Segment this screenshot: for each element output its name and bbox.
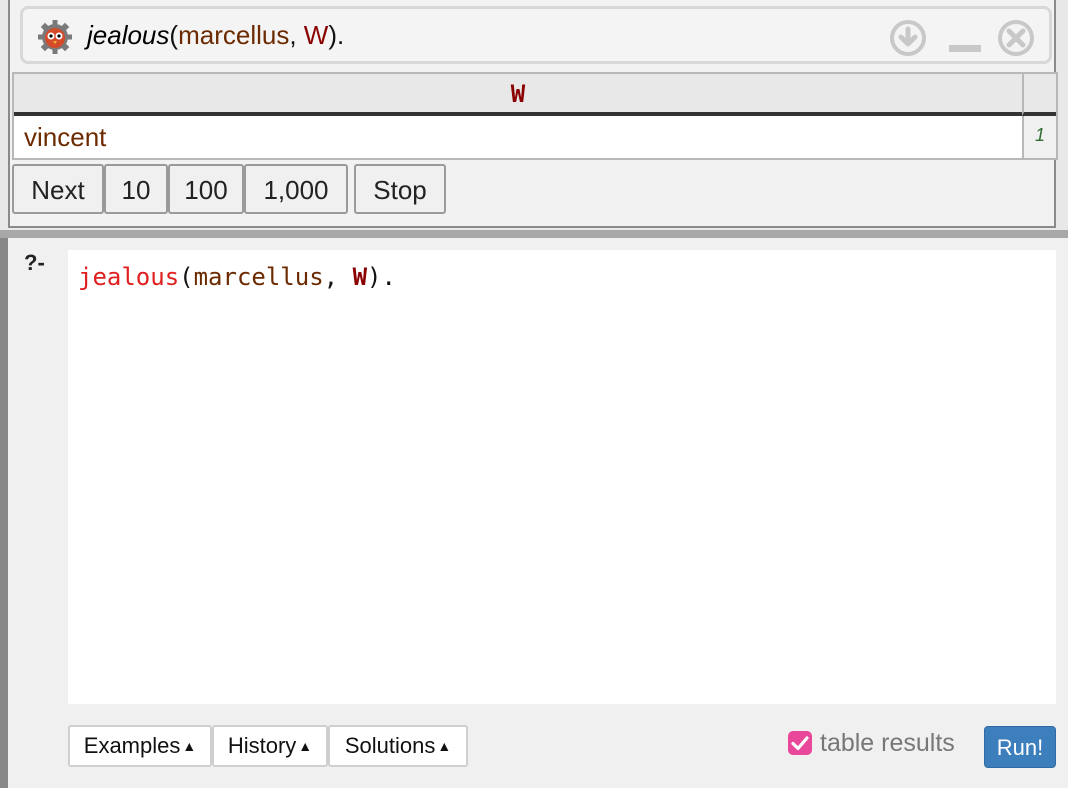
code-end: ). — [367, 263, 396, 291]
table-results-checkbox[interactable] — [788, 731, 812, 755]
query-editor[interactable]: jealous(marcellus, W). — [68, 250, 1056, 704]
code-atom: marcellus — [193, 263, 324, 291]
caret-up-icon: ▲ — [298, 738, 313, 754]
code-separator: , — [323, 263, 353, 291]
examples-button[interactable]: Examples ▲ — [68, 725, 212, 767]
result-row-index: 1 — [1022, 116, 1056, 158]
answer-header: jealous(marcellus, W). — [20, 6, 1052, 64]
download-icon[interactable] — [889, 19, 927, 57]
stop-button[interactable]: Stop — [354, 164, 446, 214]
minimize-icon[interactable] — [945, 19, 983, 57]
solutions-button[interactable]: Solutions ▲ — [328, 725, 468, 767]
query-code[interactable]: jealous(marcellus, W). — [78, 260, 396, 294]
answer-query-title: jealous(marcellus, W). — [87, 18, 344, 52]
owl-logo-icon — [38, 20, 72, 54]
query-open-paren: ( — [169, 20, 179, 50]
next-10-button[interactable]: 10 — [104, 164, 168, 214]
solutions-label: Solutions — [344, 733, 436, 758]
column-header-w: W — [14, 74, 1022, 116]
column-header-index — [1022, 74, 1056, 116]
code-predicate: jealous — [78, 263, 180, 291]
next-1000-button[interactable]: 1,000 — [244, 164, 348, 214]
caret-up-icon: ▲ — [182, 738, 197, 754]
pane-divider[interactable] — [0, 230, 1068, 238]
examples-label: Examples — [83, 733, 181, 758]
next-button[interactable]: Next — [12, 164, 104, 214]
query-arg-variable: W — [303, 20, 329, 50]
query-predicate: jealous — [87, 20, 170, 50]
query-separator: , — [289, 20, 304, 50]
answer-panel: jealous(marcellus, W). W vincent 1 Next … — [8, 0, 1058, 228]
run-button[interactable]: Run! — [984, 726, 1056, 768]
history-label: History — [227, 733, 297, 758]
next-100-button[interactable]: 100 — [168, 164, 244, 214]
table-results-label[interactable]: table results — [820, 727, 955, 759]
result-cell: vincent — [24, 122, 107, 152]
prompt-label: ?- — [24, 250, 45, 275]
caret-up-icon: ▲ — [437, 738, 452, 754]
code-variable: W — [352, 263, 368, 291]
query-arg-atom: marcellus — [178, 20, 290, 50]
close-icon[interactable] — [997, 19, 1035, 57]
history-button[interactable]: History ▲ — [212, 725, 328, 767]
query-end: ). — [328, 20, 345, 50]
results-table: W vincent 1 — [12, 72, 1058, 160]
code-open-paren: ( — [179, 263, 194, 291]
